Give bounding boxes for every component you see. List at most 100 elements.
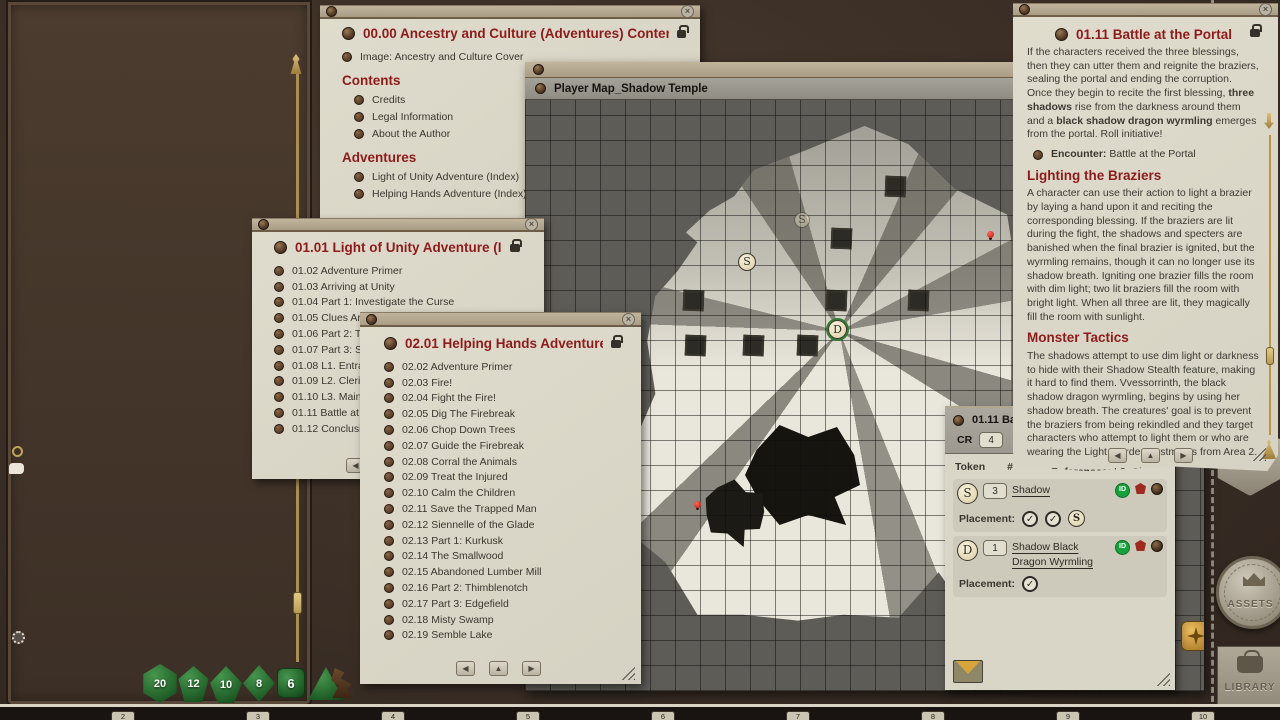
- link-orb-button[interactable]: [1151, 483, 1163, 495]
- nav-right-button[interactable]: ▶: [522, 661, 541, 676]
- story-scrollbar-thumb[interactable]: [1266, 347, 1274, 365]
- window-pin-button[interactable]: [366, 314, 377, 325]
- link-bullet-icon[interactable]: [384, 393, 394, 403]
- window-pin-button[interactable]: [533, 64, 544, 75]
- record-pin-icon[interactable]: [953, 415, 964, 426]
- id-badge[interactable]: ID: [1115, 483, 1130, 498]
- nav-up-button[interactable]: ▲: [489, 661, 508, 676]
- link-bullet-icon[interactable]: [274, 345, 284, 355]
- index-link[interactable]: 02.15 Abandoned Lumber Mill: [384, 564, 631, 580]
- id-badge[interactable]: ID: [1115, 540, 1130, 555]
- cr-input[interactable]: 4: [979, 432, 1003, 448]
- lock-icon[interactable]: [1250, 29, 1260, 37]
- gear-icon[interactable]: [12, 631, 25, 644]
- map-token-shadow-ghost[interactable]: S: [794, 212, 810, 228]
- link-bullet-icon[interactable]: [384, 441, 394, 451]
- npc-name-field[interactable]: Shadow Black Dragon Wyrmling: [1012, 540, 1110, 570]
- index-link[interactable]: 01.03 Arriving at Unity: [274, 279, 534, 295]
- map-token-dragon[interactable]: D: [828, 320, 847, 339]
- link-bullet-icon[interactable]: [384, 457, 394, 467]
- link-bullet-icon[interactable]: [384, 599, 394, 609]
- ring-icon[interactable]: [12, 446, 23, 457]
- link-bullet-icon[interactable]: [384, 409, 394, 419]
- hotkey-slot[interactable]: 5: [516, 711, 540, 720]
- placement-check-icon[interactable]: ✓: [1022, 576, 1038, 592]
- link-bullet-icon[interactable]: [384, 362, 394, 372]
- link-orb-button[interactable]: [1151, 540, 1163, 552]
- token-dragon[interactable]: D: [957, 540, 978, 561]
- link-bullet-icon[interactable]: [342, 52, 352, 62]
- die-d6[interactable]: 6: [277, 668, 305, 698]
- index-link[interactable]: 02.08 Corral the Animals: [384, 454, 631, 470]
- link-bullet-icon[interactable]: [274, 282, 284, 292]
- resize-grip[interactable]: [620, 665, 635, 680]
- link-bullet-icon[interactable]: [354, 95, 364, 105]
- link-bullet-icon[interactable]: [384, 567, 394, 577]
- hotkey-slot[interactable]: 9: [1056, 711, 1080, 720]
- index-link[interactable]: 02.10 Calm the Children: [384, 485, 631, 501]
- link-bullet-icon[interactable]: [354, 189, 364, 199]
- close-icon[interactable]: ×: [681, 5, 694, 18]
- nav-left-button[interactable]: ◀: [456, 661, 475, 676]
- index-link[interactable]: 01.02 Adventure Primer: [274, 263, 534, 279]
- placement-check-icon[interactable]: ✓: [1045, 511, 1061, 527]
- lock-icon[interactable]: [611, 340, 621, 348]
- map-token-shadow[interactable]: S: [738, 253, 756, 271]
- link-bullet-icon[interactable]: [274, 329, 284, 339]
- link-bullet-icon[interactable]: [274, 266, 284, 276]
- index-link[interactable]: 02.07 Guide the Firebreak: [384, 438, 631, 454]
- nav-left-button[interactable]: ◀: [1108, 448, 1127, 463]
- index-link[interactable]: 02.17 Part 3: Edgefield: [384, 596, 631, 612]
- record-pin-icon[interactable]: [342, 27, 355, 40]
- link-bullet-icon[interactable]: [274, 408, 284, 418]
- index-link[interactable]: 02.14 The Smallwood: [384, 549, 631, 565]
- nav-right-button[interactable]: ▶: [1174, 448, 1193, 463]
- index-link[interactable]: 02.12 Siennelle of the Glade: [384, 517, 631, 533]
- link-bullet-icon[interactable]: [384, 472, 394, 482]
- window-pin-button[interactable]: [258, 219, 269, 230]
- window-pin-button[interactable]: [326, 6, 337, 17]
- link-bullet-icon[interactable]: [274, 361, 284, 371]
- link-bullet-icon[interactable]: [274, 376, 284, 386]
- encounter-link[interactable]: Encounter: Battle at the Portal: [1027, 148, 1259, 162]
- record-pin-icon[interactable]: [384, 337, 397, 350]
- link-bullet-icon[interactable]: [384, 425, 394, 435]
- link-bullet-icon[interactable]: [384, 378, 394, 388]
- placement-check-icon[interactable]: ✓: [1022, 511, 1038, 527]
- count-input[interactable]: 3: [983, 483, 1007, 499]
- lock-icon[interactable]: [510, 244, 520, 252]
- index-link[interactable]: 02.19 Semble Lake: [384, 628, 631, 644]
- index-link[interactable]: 02.18 Misty Swamp: [384, 612, 631, 628]
- link-bullet-icon[interactable]: [1033, 150, 1043, 160]
- count-input[interactable]: 1: [983, 540, 1007, 556]
- link-bullet-icon[interactable]: [354, 112, 364, 122]
- index-link[interactable]: 01.04 Part 1: Investigate the Curse: [274, 295, 534, 311]
- link-bullet-icon[interactable]: [354, 172, 364, 182]
- record-pin-icon[interactable]: [1055, 28, 1068, 41]
- placement-token[interactable]: S: [1068, 510, 1085, 527]
- chat-bubble-icon[interactable]: [9, 463, 24, 474]
- index-link[interactable]: 02.11 Save the Trapped Man: [384, 501, 631, 517]
- index-link[interactable]: 02.09 Treat the Injured: [384, 470, 631, 486]
- hotkey-slot[interactable]: 7: [786, 711, 810, 720]
- hotkey-slot[interactable]: 3: [246, 711, 270, 720]
- link-bullet-icon[interactable]: [384, 551, 394, 561]
- link-bullet-icon[interactable]: [384, 615, 394, 625]
- link-bullet-icon[interactable]: [384, 536, 394, 546]
- link-bullet-icon[interactable]: [274, 297, 284, 307]
- window-pin-button[interactable]: [1019, 4, 1030, 15]
- hotkey-slot[interactable]: 2: [111, 711, 135, 720]
- hotkey-slot[interactable]: 10: [1191, 711, 1215, 720]
- link-bullet-icon[interactable]: [384, 630, 394, 640]
- index-link[interactable]: 02.05 Dig The Firebreak: [384, 406, 631, 422]
- record-pin-icon[interactable]: [274, 241, 287, 254]
- index-link[interactable]: 02.06 Chop Down Trees: [384, 422, 631, 438]
- story-scrollbar-track[interactable]: [1269, 135, 1271, 435]
- link-bullet-icon[interactable]: [274, 313, 284, 323]
- map-red-pin[interactable]: [694, 501, 701, 508]
- link-bullet-icon[interactable]: [384, 520, 394, 530]
- link-bullet-icon[interactable]: [354, 129, 364, 139]
- hotkey-slot[interactable]: 6: [651, 711, 675, 720]
- index-link[interactable]: 02.13 Part 1: Kurkusk: [384, 533, 631, 549]
- link-bullet-icon[interactable]: [274, 392, 284, 402]
